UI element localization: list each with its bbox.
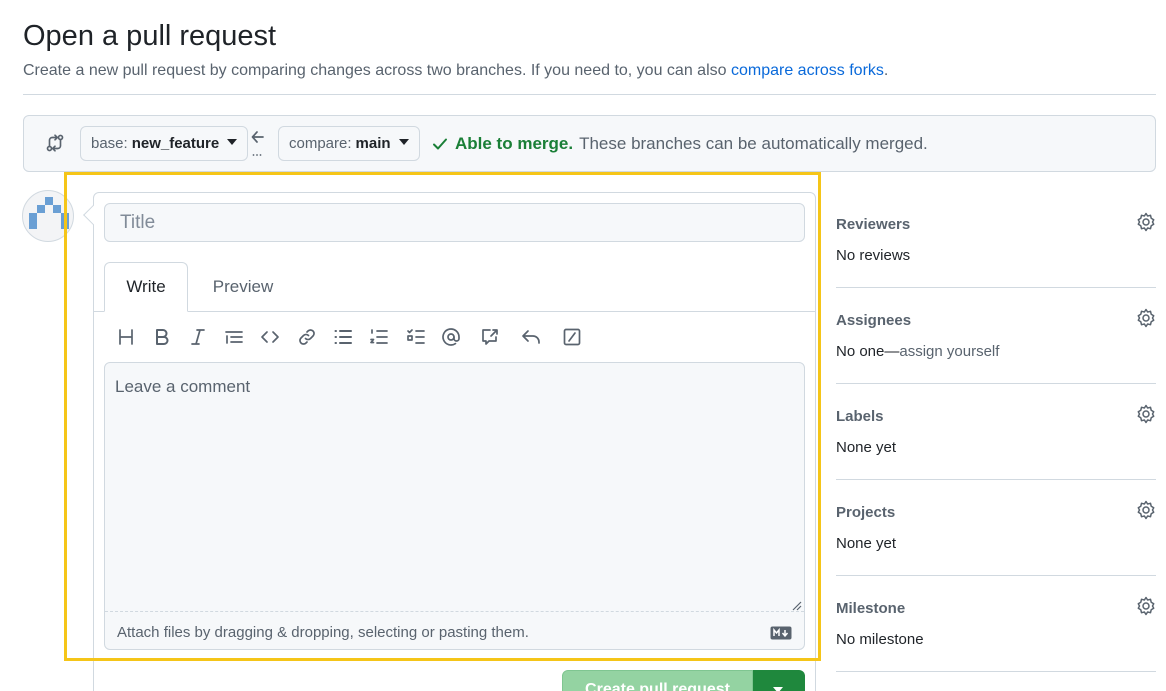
base-prefix: base: [91, 135, 128, 152]
gear-icon[interactable] [1136, 308, 1156, 328]
sidebar-milestone: Milestone No milestone [836, 576, 1156, 672]
check-icon [433, 138, 447, 150]
header-divider [23, 94, 1156, 95]
compare-branch-select[interactable]: compare: main [278, 126, 420, 161]
markdown-icon[interactable] [770, 626, 792, 640]
assign-yourself-link[interactable]: assign yourself [899, 343, 999, 360]
page-title: Open a pull request [23, 20, 277, 52]
merge-ok-label: Able to merge. [455, 134, 574, 153]
comment-textarea[interactable] [105, 363, 804, 611]
resize-handle-icon[interactable] [790, 599, 802, 611]
compare-branch-name: main [355, 135, 391, 152]
identicon-icon [29, 197, 69, 229]
gear-icon[interactable] [1136, 212, 1156, 232]
bold-icon[interactable] [150, 323, 174, 351]
milestone-value: No milestone [836, 631, 924, 648]
projects-value: None yet [836, 535, 897, 552]
sidebar-labels: Labels None yet [836, 384, 1156, 480]
assignees-none: No one— [836, 343, 900, 360]
milestone-label: Milestone [836, 600, 906, 617]
merge-status-text: These branches can be automatically merg… [579, 134, 928, 153]
mention-icon[interactable] [439, 323, 463, 351]
attach-files-text: Attach files by dragging & dropping, sel… [117, 624, 529, 641]
attach-files-bar[interactable]: Attach files by dragging & dropping, sel… [105, 611, 804, 649]
comment-box: Attach files by dragging & dropping, sel… [104, 362, 805, 650]
merge-status: Able to merge. These branches can be aut… [431, 134, 928, 154]
sidebar-divider [836, 671, 1156, 672]
sidebar-reviewers: Reviewers No reviews [836, 192, 1156, 288]
sidebar-projects: Projects None yet [836, 480, 1156, 576]
reference-icon[interactable] [478, 323, 502, 351]
unordered-list-icon[interactable] [331, 323, 355, 351]
task-list-icon[interactable] [404, 323, 428, 351]
reviewers-label: Reviewers [836, 216, 911, 233]
subtitle-suffix: . [883, 62, 889, 79]
git-compare-icon [46, 134, 64, 152]
base-branch-name: new_feature [131, 135, 220, 152]
subtitle-text: Create a new pull request by comparing c… [23, 62, 731, 79]
title-input[interactable] [104, 203, 805, 242]
compare-prefix: compare: [289, 135, 352, 152]
gear-icon[interactable] [1136, 500, 1156, 520]
assignees-value: No one—assign yourself [836, 343, 999, 360]
code-icon[interactable] [258, 323, 282, 351]
arrow-left-icon [251, 131, 264, 156]
avatar[interactable] [22, 190, 74, 242]
quote-icon[interactable] [222, 323, 246, 351]
link-icon[interactable] [295, 323, 319, 351]
projects-label: Projects [836, 504, 896, 521]
reviewers-value: No reviews [836, 247, 911, 264]
heading-icon[interactable] [114, 323, 138, 351]
base-branch-select[interactable]: base: new_feature [80, 126, 249, 161]
caret-down-icon [227, 138, 238, 145]
create-options-dropdown[interactable] [753, 670, 805, 691]
gear-icon[interactable] [1136, 404, 1156, 424]
italic-icon[interactable] [186, 323, 210, 351]
caret-down-icon [398, 138, 409, 145]
create-pull-request-button[interactable]: Create pull request [562, 670, 753, 691]
sidebar-assignees: Assignees No one—assign yourself [836, 288, 1156, 384]
reply-icon[interactable] [519, 323, 543, 351]
assignees-label: Assignees [836, 312, 912, 329]
gear-icon[interactable] [1136, 596, 1156, 616]
branch-compare-bar: base: new_feature compare: main Able to … [23, 115, 1156, 172]
tab-preview[interactable]: Preview [198, 262, 288, 312]
compare-across-forks-link[interactable]: compare across forks [731, 62, 884, 79]
tab-write[interactable]: Write [104, 262, 188, 312]
labels-label: Labels [836, 408, 884, 425]
page-subtitle: Create a new pull request by comparing c… [23, 62, 888, 80]
slash-command-icon[interactable] [560, 323, 584, 351]
ordered-list-icon[interactable] [367, 323, 391, 351]
labels-value: None yet [836, 439, 897, 456]
